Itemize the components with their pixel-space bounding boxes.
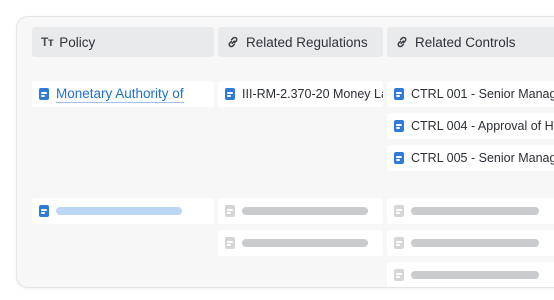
- regulation-cell[interactable]: III-RM-2.370-20 Money Laur: [218, 81, 383, 107]
- regulation-label[interactable]: III-RM-2.370-20 Money Laur: [242, 87, 383, 101]
- document-icon: [394, 152, 404, 164]
- policy-cell[interactable]: Monetary Authority of: [32, 81, 214, 107]
- column-header-related-controls[interactable]: Related Controls: [387, 27, 554, 57]
- column-header-label: Related Controls: [415, 34, 516, 50]
- skeleton-cell: [387, 198, 554, 224]
- loading-placeholder: [411, 207, 539, 215]
- control-cell[interactable]: CTRL 001 - Senior Manager: [387, 81, 554, 107]
- control-cell[interactable]: CTRL 005 - Senior Manager:: [387, 145, 554, 171]
- document-icon: [225, 88, 235, 100]
- column-header-related-regulations[interactable]: Related Regulations: [218, 27, 383, 57]
- document-icon: [39, 88, 49, 100]
- link-icon: [226, 35, 240, 49]
- document-icon: [394, 269, 404, 281]
- control-label[interactable]: CTRL 004 - Approval of High: [411, 119, 554, 133]
- column-header-label: Policy: [59, 34, 96, 50]
- loading-placeholder: [242, 207, 368, 215]
- document-icon: [394, 237, 404, 249]
- control-label[interactable]: CTRL 001 - Senior Manager: [411, 87, 554, 101]
- policy-link[interactable]: Monetary Authority of: [56, 86, 184, 103]
- loading-placeholder: [411, 271, 539, 279]
- control-label[interactable]: CTRL 005 - Senior Manager:: [411, 151, 554, 165]
- document-icon: [225, 237, 235, 249]
- skeleton-cell: [387, 262, 554, 287]
- skeleton-cell: [387, 230, 554, 256]
- document-icon: [394, 88, 404, 100]
- skeleton-cell: [32, 198, 214, 224]
- loading-placeholder: [411, 239, 539, 247]
- loading-placeholder: [242, 239, 368, 247]
- text-type-icon: Tт: [41, 35, 54, 49]
- skeleton-cell: [218, 230, 383, 256]
- loading-placeholder: [56, 207, 182, 215]
- document-icon: [394, 120, 404, 132]
- policy-table: Tт Policy Related Regulations Related Co…: [16, 16, 554, 288]
- link-icon: [395, 35, 409, 49]
- skeleton-cell: [218, 198, 383, 224]
- document-icon: [39, 205, 49, 217]
- column-header-policy[interactable]: Tт Policy: [32, 27, 214, 57]
- column-header-label: Related Regulations: [246, 34, 368, 50]
- document-icon: [394, 205, 404, 217]
- document-icon: [225, 205, 235, 217]
- control-cell[interactable]: CTRL 004 - Approval of High: [387, 113, 554, 139]
